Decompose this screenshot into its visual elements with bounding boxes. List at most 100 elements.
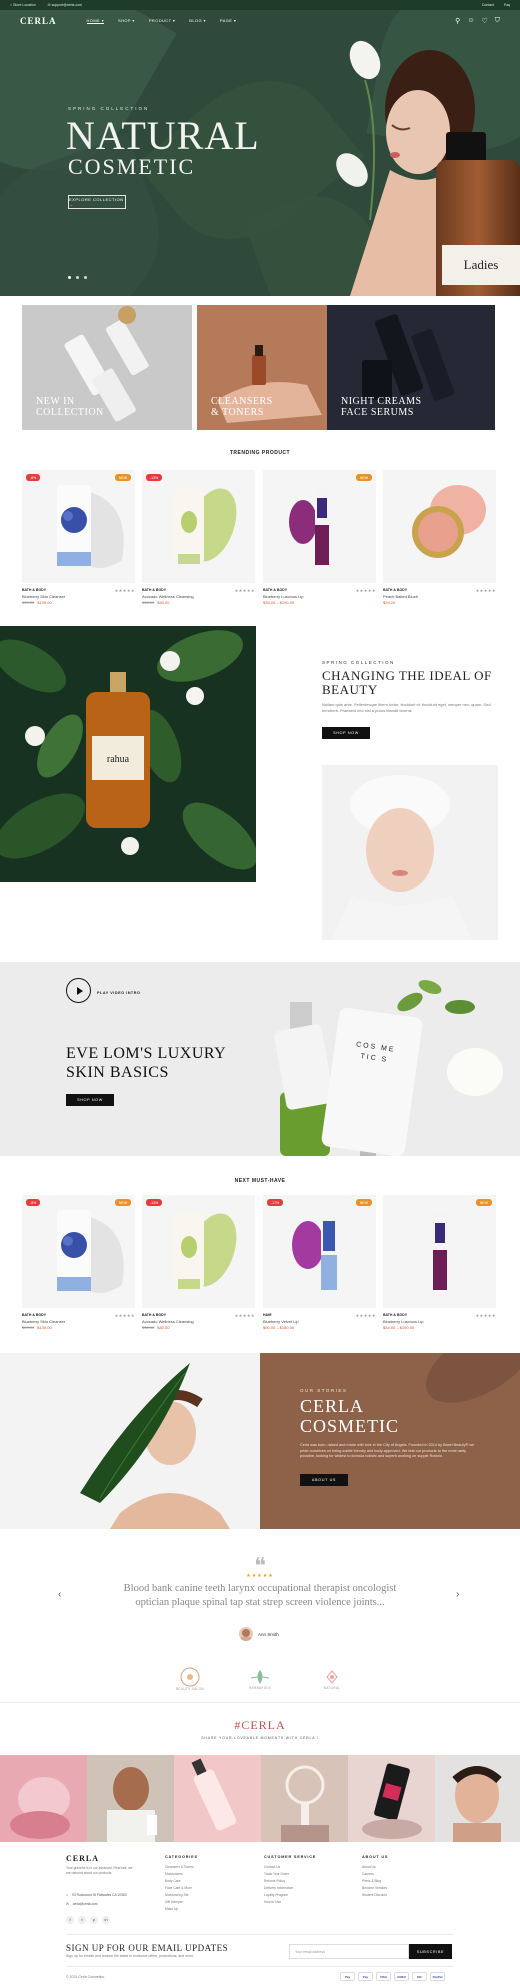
slider-dot[interactable] <box>76 276 79 279</box>
nav-page[interactable]: PAGE ▾ <box>220 18 236 24</box>
linkedin-icon[interactable]: in <box>102 1916 110 1924</box>
nav-shop[interactable]: SHOP ▾ <box>118 18 135 24</box>
newsletter-email-input[interactable]: Your email address <box>289 1944 409 1959</box>
footer-link[interactable]: How to Use <box>264 1899 316 1906</box>
sale-badge: -13% <box>146 1199 163 1206</box>
explore-collection-button[interactable]: EXPLORE COLLECTION → <box>68 195 126 209</box>
product-image[interactable]: -17% NEW <box>263 1195 376 1308</box>
footer-link[interactable]: Body Care <box>165 1878 198 1885</box>
faq-link[interactable]: Faq <box>504 3 510 7</box>
footer-link[interactable]: Student Discount <box>362 1892 388 1899</box>
product-brand: BATH & BODY <box>383 588 408 592</box>
instagram-photo[interactable] <box>435 1755 520 1842</box>
twitter-icon[interactable]: t <box>78 1916 86 1924</box>
category-new-in[interactable]: NEW IN COLLECTION <box>22 305 192 430</box>
paypal-icon: PayPal <box>430 1972 445 1981</box>
product-image[interactable] <box>383 470 496 583</box>
footer-link[interactable]: About Us <box>362 1864 388 1871</box>
trending-product-card[interactable]: -8% NEW BATH & BODY ★★★★★ Blueberry Skin Cle… <box>22 470 135 605</box>
sale-badge: -13% <box>146 474 163 481</box>
cart-icon[interactable]: ⛉ <box>495 17 500 25</box>
current-price: $139.00 <box>37 600 52 605</box>
user-icon[interactable]: ☺ <box>467 17 474 25</box>
product-name[interactable]: Blueberry Skin Cleanser <box>22 1319 65 1324</box>
contact-link[interactable]: Contact <box>482 3 494 7</box>
testimonial-prev-arrow-icon[interactable]: ‹ <box>58 1589 61 1600</box>
footer-link[interactable]: Moisturizers <box>165 1871 198 1878</box>
old-price: $39.00 <box>22 600 35 605</box>
footer-link[interactable]: Press & Blog <box>362 1878 388 1885</box>
spring-product-label: rahua <box>106 754 130 765</box>
footer-column: ABOUT US About Us Careers Press & Blog Becom… <box>362 1855 388 1899</box>
must-have-product-card[interactable]: -17% NEW HAIR ★★★★★ Blueberry Velvet Lip $90.… <box>263 1195 376 1330</box>
footer-link[interactable]: Moisturizing Set <box>165 1892 198 1899</box>
product-rating: ★★★★★ <box>234 1313 255 1318</box>
search-icon[interactable]: ⚲ <box>455 17 460 25</box>
product-image[interactable]: -8% NEW <box>22 1195 135 1308</box>
footer-link[interactable]: Become Vendors <box>362 1885 388 1892</box>
instagram-title: #CERLA <box>234 1718 286 1732</box>
product-name[interactable]: Blueberry Luscious Lip <box>263 594 303 599</box>
footer-link[interactable]: Contact Us <box>264 1864 316 1871</box>
product-image[interactable]: NEW <box>383 1195 496 1308</box>
footer-link[interactable]: Returns Policy <box>264 1878 316 1885</box>
pinterest-icon[interactable]: p <box>90 1916 98 1924</box>
instagram-photo[interactable] <box>87 1755 174 1842</box>
instagram-photo[interactable] <box>174 1755 261 1842</box>
new-badge: NEW <box>114 1199 131 1206</box>
trending-product-card[interactable]: -13% BATH & BODY ★★★★★ Avocado Wellness Cle… <box>142 470 255 605</box>
product-name[interactable]: Avocado Wellness Cleansing <box>142 594 194 599</box>
nav-blog[interactable]: BLOG ▾ <box>189 18 206 24</box>
product-image[interactable]: -13% <box>142 1195 255 1308</box>
trending-product-card[interactable]: BATH & BODY ★★★★★ Peach Baked Blush $24.20 <box>383 470 496 605</box>
product-image[interactable]: -8% NEW <box>22 470 135 583</box>
testimonial-text: Blood bank canine teeth larynx occupatio… <box>123 1583 397 1608</box>
sale-badge: -17% <box>267 1199 284 1206</box>
stories-title-line2: COSMETIC <box>300 1416 400 1436</box>
trending-title: TRENDING PRODUCT <box>229 450 291 456</box>
support-email-link[interactable]: ✉ support@cerla.com <box>48 3 82 7</box>
footer-link[interactable]: Gift Hamper <box>165 1899 198 1906</box>
product-name[interactable]: Avocado Wellness Cleansing <box>142 1319 194 1324</box>
brand-logo-natural: NATURAL <box>312 1665 352 1693</box>
product-brand: BATH & BODY <box>142 588 167 592</box>
footer-link[interactable]: Delivery Information <box>264 1885 316 1892</box>
store-location-link[interactable]: ⌾ Store Location <box>10 3 36 7</box>
must-have-product-card[interactable]: -8% NEW BATH & BODY ★★★★★ Blueberry Skin Cle… <box>22 1195 135 1330</box>
play-video-button[interactable] <box>66 978 91 1003</box>
video-shop-now-button[interactable]: SHOP NOW <box>66 1094 114 1106</box>
footer-link[interactable]: Careers <box>362 1871 388 1878</box>
must-have-product-card[interactable]: NEW BATH & BODY ★★★★★ Blueberry Luscious Li… <box>383 1195 496 1330</box>
product-image[interactable]: NEW <box>263 470 376 583</box>
spring-shop-now-button[interactable]: SHOP NOW <box>322 727 370 739</box>
instagram-photo[interactable] <box>348 1755 435 1842</box>
product-name[interactable]: Blueberry Luscious Lip <box>383 1319 423 1324</box>
instagram-photo[interactable] <box>261 1755 348 1842</box>
product-name[interactable]: Blueberry Velvet Lip <box>263 1319 299 1324</box>
footer-link[interactable]: Face Care & More <box>165 1885 198 1892</box>
must-have-product-card[interactable]: -13% BATH & BODY ★★★★★ Avocado Wellness Cle… <box>142 1195 255 1330</box>
product-name[interactable]: Peach Baked Blush <box>383 594 418 599</box>
product-image[interactable]: -13% <box>142 470 255 583</box>
nav-product[interactable]: PRODUCT ▾ <box>149 18 175 24</box>
instagram-photo[interactable] <box>0 1755 87 1842</box>
category-night-creams[interactable]: NIGHT CREAMS FACE SERUMS <box>327 305 495 430</box>
footer-link[interactable]: Cleansers & Toners <box>165 1864 198 1871</box>
trending-product-card[interactable]: NEW BATH & BODY ★★★★★ Blueberry Luscious Li… <box>263 470 376 605</box>
nav-home[interactable]: HOME ▾ <box>86 18 105 24</box>
footer-link[interactable]: Make Up <box>165 1906 198 1913</box>
facebook-icon[interactable]: f <box>66 1916 74 1924</box>
product-brand: BATH & BODY <box>263 588 288 592</box>
about-us-button[interactable]: ABOUT US <box>300 1474 348 1486</box>
testimonial-next-arrow-icon[interactable]: › <box>456 1589 459 1600</box>
slider-dot[interactable] <box>84 276 87 279</box>
footer-logo[interactable]: CERLA <box>66 1854 99 1863</box>
footer-link[interactable]: Track Your Order <box>264 1871 316 1878</box>
footer-link[interactable]: Loyalty Program <box>264 1892 316 1899</box>
wishlist-icon[interactable]: ♡ <box>481 17 487 25</box>
footer-email[interactable]: ✉ cerla@cerla.com <box>66 1902 98 1906</box>
site-logo[interactable]: CERLA <box>20 16 57 26</box>
slider-dot[interactable] <box>68 276 71 279</box>
product-name[interactable]: Blueberry Skin Cleanser <box>22 594 65 599</box>
subscribe-button[interactable]: SUBSCRIBE <box>409 1944 452 1959</box>
